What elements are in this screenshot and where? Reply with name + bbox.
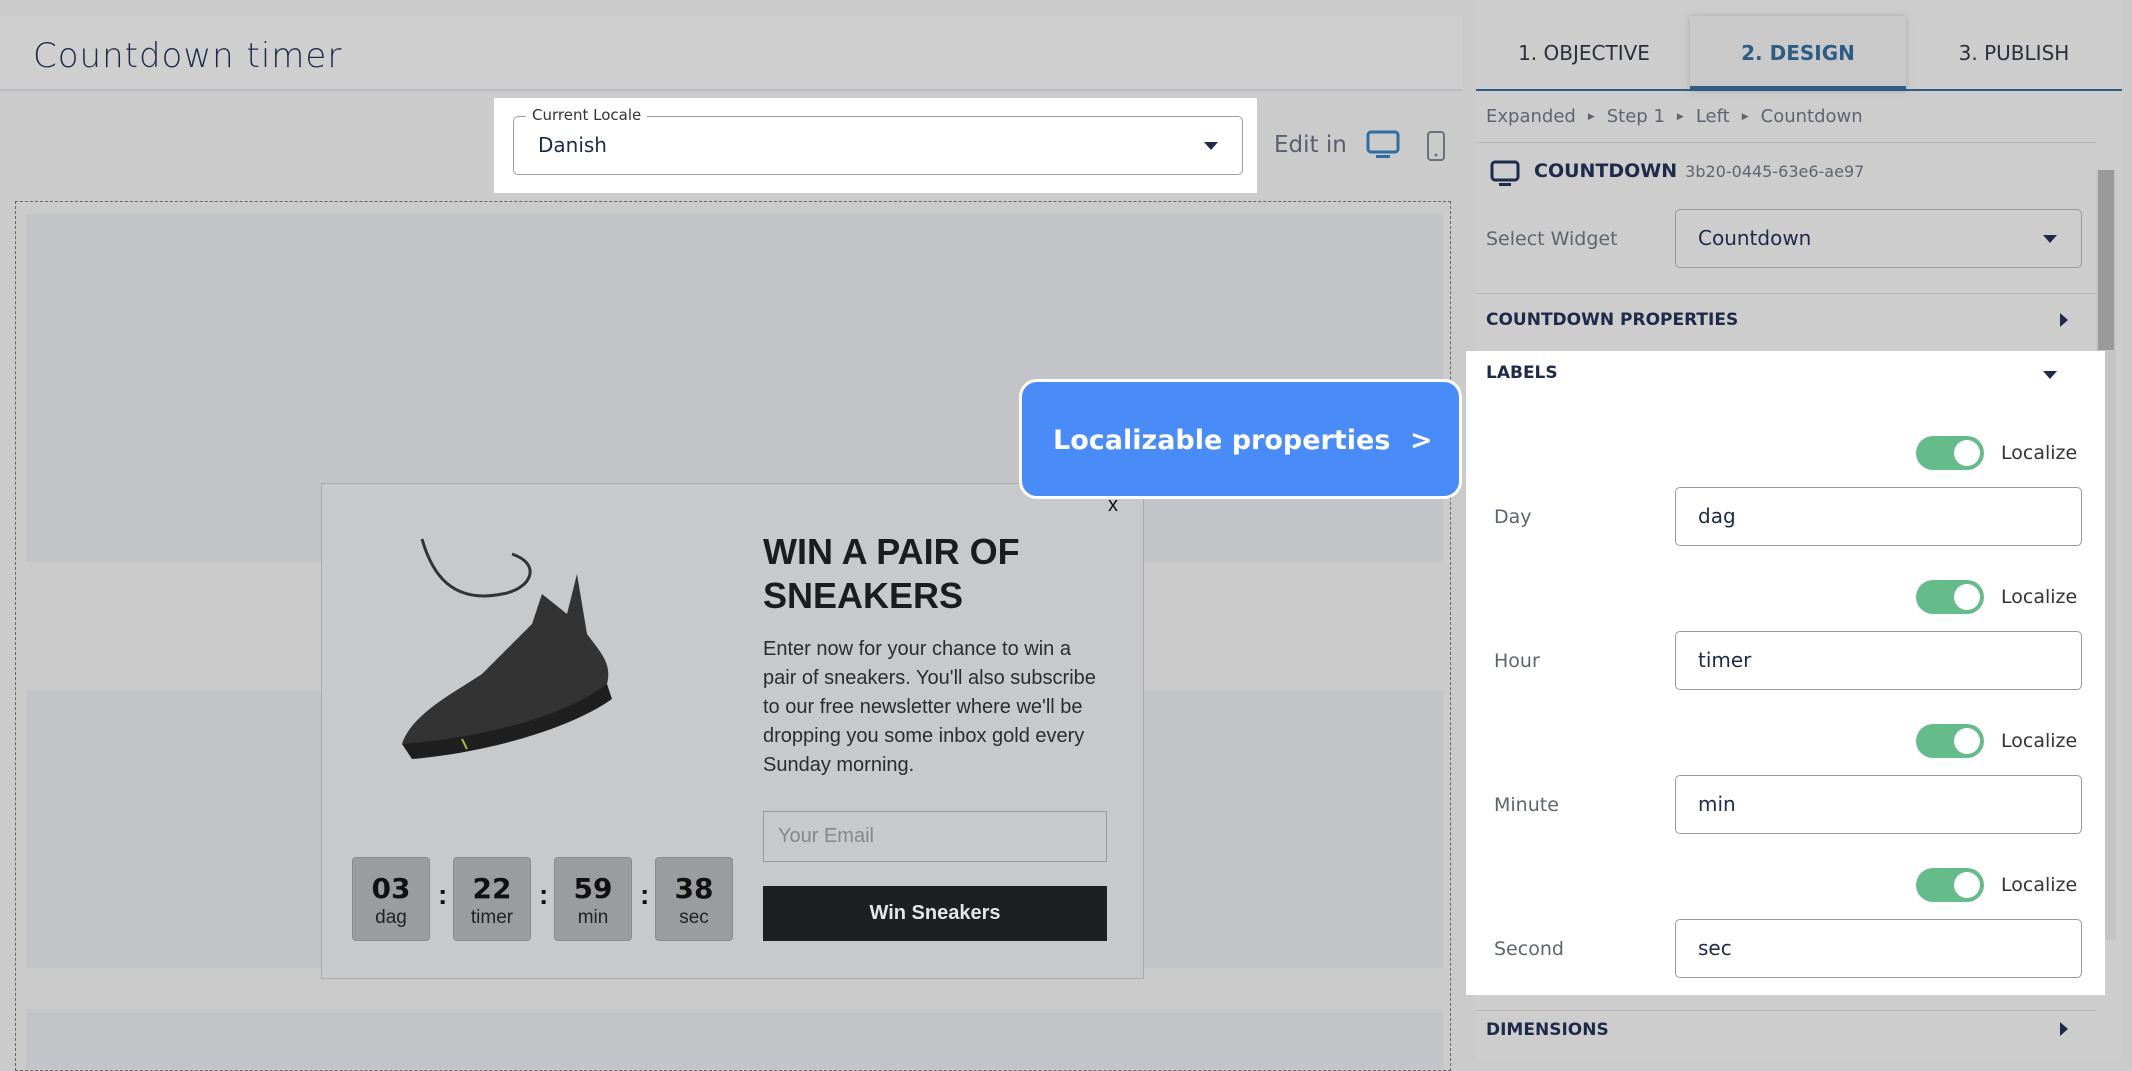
second-input[interactable]: sec xyxy=(1675,919,2082,978)
countdown-properties-section[interactable]: COUNTDOWN PROPERTIES xyxy=(1486,310,1738,330)
countdown-value: 03 xyxy=(371,872,411,905)
popup-body: Enter now for your chance to win a pair … xyxy=(763,638,1096,776)
tab-design[interactable]: 2. DESIGN xyxy=(1690,16,1906,91)
caret-right-icon: ▶ xyxy=(1741,112,1749,122)
second-label: Second xyxy=(1494,938,1564,960)
chevron-down-icon[interactable] xyxy=(2043,371,2057,379)
breadcrumb-item[interactable]: Step 1 xyxy=(1607,106,1665,127)
chevron-down-icon xyxy=(2043,235,2057,243)
desktop-icon[interactable] xyxy=(1366,130,1400,160)
labels-section: LABELS Localize Day dag Localize Hour ti… xyxy=(1466,351,2105,995)
popup-title: WIN A PAIR OF SNEAKERS xyxy=(763,531,1020,616)
dimensions-section[interactable]: DIMENSIONS xyxy=(1486,1020,1609,1040)
localize-toggle-day[interactable] xyxy=(1916,436,1984,470)
localize-toggle-hour[interactable] xyxy=(1916,580,1984,614)
chevron-down-icon xyxy=(1204,142,1218,150)
countdown-minutes: 59 min xyxy=(554,857,632,941)
page-title: Countdown timer xyxy=(33,36,343,76)
breadcrumb: Expanded ▶ Step 1 ▶ Left ▶ Countdown xyxy=(1486,106,1863,127)
countdown-separator: : xyxy=(640,879,650,910)
countdown-label: min xyxy=(577,907,609,928)
countdown-separator: : xyxy=(539,879,549,910)
breadcrumb-item[interactable]: Expanded xyxy=(1486,106,1576,127)
edit-in-label: Edit in xyxy=(1274,132,1347,158)
desktop-icon xyxy=(1490,160,1520,186)
sneaker-image xyxy=(402,538,612,759)
select-widget-dropdown[interactable]: Countdown xyxy=(1675,209,2082,268)
day-input[interactable]: dag xyxy=(1675,487,2082,546)
localize-label: Localize xyxy=(2001,730,2078,752)
day-label: Day xyxy=(1494,506,1532,528)
localizable-properties-callout[interactable]: Localizable properties > xyxy=(1019,379,1462,499)
select-widget-label: Select Widget xyxy=(1486,228,1618,250)
popup-preview[interactable]: x WIN A PAIR OF SNEAKERS Enter now for y… xyxy=(321,483,1144,979)
win-sneakers-button[interactable]: Win Sneakers xyxy=(763,886,1107,941)
countdown-days: 03 dag xyxy=(352,857,430,941)
locale-highlight: Current Locale Danish xyxy=(494,98,1257,193)
chevron-right-icon: > xyxy=(1410,425,1433,456)
caret-right-icon: ▶ xyxy=(1676,112,1684,122)
breadcrumb-item: Countdown xyxy=(1760,106,1863,127)
localize-toggle-minute[interactable] xyxy=(1916,724,1984,758)
minute-label: Minute xyxy=(1494,794,1559,816)
locale-value: Danish xyxy=(538,133,607,157)
hour-label: Hour xyxy=(1494,650,1540,672)
email-input[interactable]: Your Email xyxy=(763,811,1107,862)
localize-label: Localize xyxy=(2001,874,2078,896)
hour-input[interactable]: timer xyxy=(1675,631,2082,690)
localize-toggle-second[interactable] xyxy=(1916,868,1984,902)
countdown-label: sec xyxy=(679,907,709,928)
widget-heading: COUNTDOWN 3b20-0445-63e6-ae97 xyxy=(1534,160,1864,182)
tab-divider xyxy=(1476,89,2122,91)
editor-header: Countdown timer xyxy=(0,16,1462,91)
callout-label: Localizable properties xyxy=(1053,425,1391,456)
divider xyxy=(1476,293,2096,294)
tab-objective[interactable]: 1. OBJECTIVE xyxy=(1476,16,1692,91)
divider xyxy=(1476,142,2096,143)
countdown-value: 38 xyxy=(674,872,714,905)
labels-section-header[interactable]: LABELS xyxy=(1486,363,1558,383)
tab-publish[interactable]: 3. PUBLISH xyxy=(1906,16,2122,91)
locale-select[interactable]: Current Locale Danish xyxy=(513,106,1243,175)
localize-label: Localize xyxy=(2001,586,2078,608)
countdown-hours: 22 timer xyxy=(453,857,531,941)
minute-input[interactable]: min xyxy=(1675,775,2082,834)
countdown-seconds: 38 sec xyxy=(655,857,733,941)
divider xyxy=(1476,1010,2096,1011)
mobile-icon[interactable] xyxy=(1425,130,1447,162)
countdown-value: 59 xyxy=(573,872,613,905)
widget-id: 3b20-0445-63e6-ae97 xyxy=(1685,162,1865,181)
countdown-value: 22 xyxy=(472,872,512,905)
select-widget-value: Countdown xyxy=(1698,226,1812,250)
scrollbar-thumb[interactable] xyxy=(2098,170,2114,350)
widget-type: COUNTDOWN xyxy=(1534,160,1678,182)
canvas-block xyxy=(26,1009,1443,1069)
countdown-separator: : xyxy=(438,879,448,910)
localize-label: Localize xyxy=(2001,442,2078,464)
countdown-label: dag xyxy=(375,907,407,928)
caret-right-icon: ▶ xyxy=(1587,112,1595,122)
locale-label: Current Locale xyxy=(526,106,648,124)
caret-right-icon[interactable] xyxy=(2060,1022,2068,1036)
countdown-label: timer xyxy=(470,907,514,928)
caret-right-icon[interactable] xyxy=(2060,313,2068,327)
breadcrumb-item[interactable]: Left xyxy=(1696,106,1730,127)
